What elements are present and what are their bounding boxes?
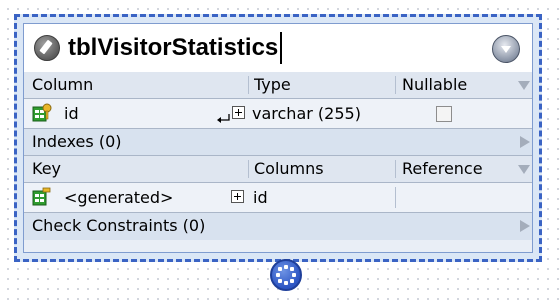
dropdown-menu-icon[interactable] xyxy=(492,35,520,63)
collapse-columns-icon[interactable] xyxy=(518,81,530,90)
table-entity-inner: tblVisitorStatistics Column Type Nullabl… xyxy=(23,23,533,253)
collapse-keys-icon[interactable] xyxy=(518,165,530,174)
indexes-section[interactable]: Indexes (0) xyxy=(24,129,532,156)
primary-key-icon xyxy=(32,187,51,206)
expand-indexes-icon[interactable] xyxy=(520,136,530,148)
key-header-key[interactable]: Key xyxy=(32,156,61,182)
key-row[interactable]: <generated> id xyxy=(24,183,532,213)
column-header-nullable[interactable]: Nullable xyxy=(402,72,467,98)
link-arrow-icon xyxy=(217,114,230,123)
edit-icon[interactable] xyxy=(34,35,60,61)
header-separator xyxy=(395,76,396,94)
header-separator xyxy=(248,160,249,178)
key-header-reference[interactable]: Reference xyxy=(402,156,483,182)
column-header-type[interactable]: Type xyxy=(254,72,291,98)
expand-icon[interactable] xyxy=(232,106,245,119)
primary-key-column-icon xyxy=(32,103,52,122)
table-entity[interactable]: tblVisitorStatistics Column Type Nullabl… xyxy=(14,14,542,262)
column-header-column[interactable]: Column xyxy=(32,72,93,98)
columns-header-row: Column Type Nullable xyxy=(24,72,532,99)
indexes-label: Indexes (0) xyxy=(32,132,122,151)
expand-icon[interactable] xyxy=(231,190,244,203)
column-row[interactable]: id varchar (255) xyxy=(24,99,532,129)
relationship-connector-icon[interactable] xyxy=(270,259,302,291)
header-separator xyxy=(395,160,396,178)
table-title-bar[interactable]: tblVisitorStatistics xyxy=(24,24,532,73)
cell-separator xyxy=(395,187,396,208)
header-separator xyxy=(248,76,249,94)
expand-check-constraints-icon[interactable] xyxy=(520,220,530,232)
nullable-checkbox[interactable] xyxy=(436,106,452,122)
key-columns[interactable]: id xyxy=(253,183,268,213)
key-name[interactable]: <generated> xyxy=(64,183,173,213)
column-name[interactable]: id xyxy=(64,99,79,129)
check-constraints-label: Check Constraints (0) xyxy=(32,216,206,235)
column-type[interactable]: varchar (255) xyxy=(252,99,361,129)
check-constraints-section[interactable]: Check Constraints (0) xyxy=(24,213,532,240)
table-name[interactable]: tblVisitorStatistics xyxy=(68,32,283,64)
key-header-columns[interactable]: Columns xyxy=(254,156,324,182)
keys-header-row: Key Columns Reference xyxy=(24,156,532,183)
